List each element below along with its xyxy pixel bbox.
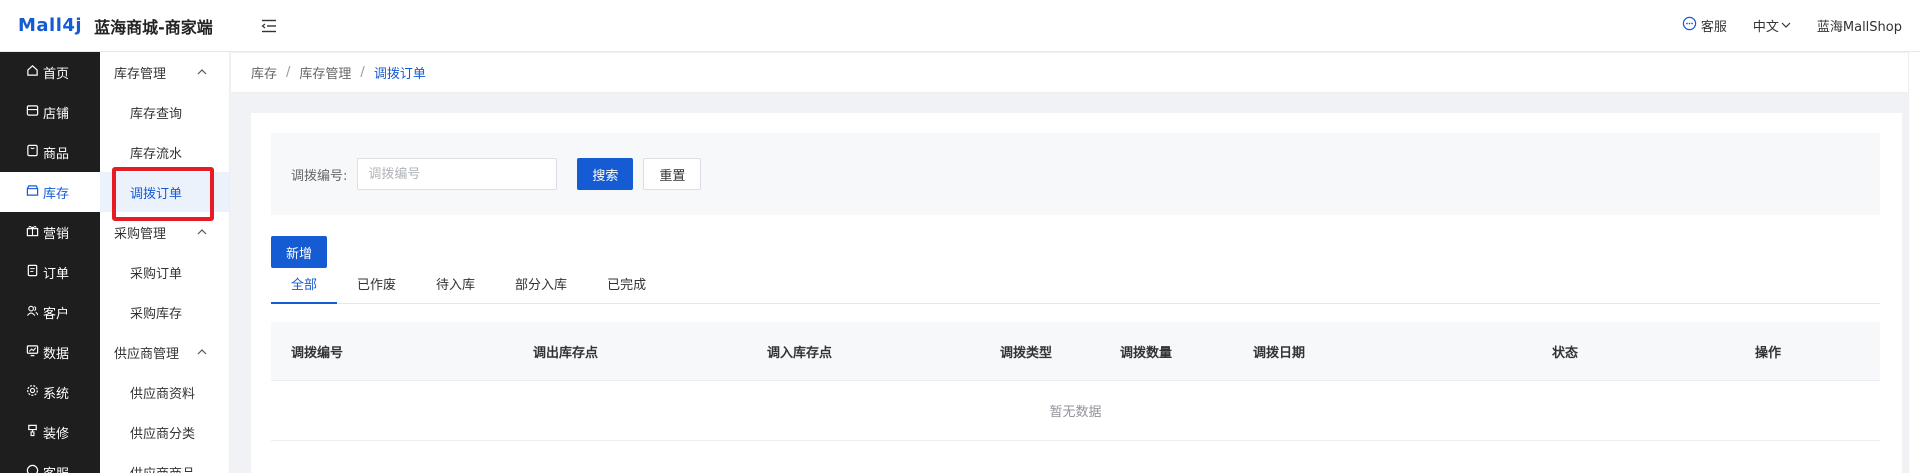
sidebar-item-service[interactable]: 客服 <box>0 452 100 473</box>
language-label: 中文 <box>1752 20 1779 35</box>
chevron-up-icon <box>197 225 207 240</box>
sidebar-item-label: 营销 <box>43 226 70 242</box>
sidebar-item-label: 订单 <box>43 266 70 282</box>
sidebar-item-label: 数据 <box>43 346 70 362</box>
chevron-up-icon <box>197 65 207 80</box>
chat-bubble-icon <box>1682 16 1701 35</box>
breadcrumb-item[interactable]: 库存管理 <box>299 63 351 82</box>
chart-icon <box>26 344 43 361</box>
column-header: 调入库存点 <box>767 346 833 361</box>
sidebar-item-shop[interactable]: 店铺 <box>0 92 100 132</box>
logo[interactable]: Mall4j 蓝海商城-商家端 <box>18 14 213 38</box>
logo-mark: Mall4j <box>18 15 83 36</box>
tab-all[interactable]: 全部 <box>271 270 338 304</box>
sidebar-item-home[interactable]: 首页 <box>0 52 100 92</box>
submenu-group-supplier-management[interactable]: 供应商管理 <box>100 332 229 372</box>
column-header: 调拨类型 <box>1000 346 1053 361</box>
chat-icon <box>26 464 43 473</box>
empty-state: 暂无数据 <box>271 381 1880 441</box>
sidebar-item-label: 装修 <box>43 426 70 442</box>
submenu-group-label: 采购管理 <box>114 226 167 242</box>
customer-service-button[interactable]: 客服 <box>1682 16 1727 35</box>
submenu-group-stock-management[interactable]: 库存管理 <box>100 52 229 92</box>
column-header: 调出库存点 <box>533 346 599 361</box>
add-button[interactable]: 新增 <box>271 236 328 268</box>
submenu-item-purchase-order[interactable]: 采购订单 <box>100 252 229 292</box>
sidebar-item-data[interactable]: 数据 <box>0 332 100 372</box>
table-header: 调拨编号 调出库存点 调入库存点 调拨类型 调拨数量 调拨日期 状态 操作 <box>271 322 1880 381</box>
user-name[interactable]: 蓝海MallShop <box>1817 16 1902 35</box>
sub-menu: 库存管理 库存查询 库存流水 调拨订单 采购管理 采购订单 采购库存 供应商管理… <box>100 52 230 473</box>
order-icon <box>26 264 43 281</box>
shop-icon <box>26 104 43 121</box>
sidebar-item-marketing[interactable]: 营销 <box>0 212 100 252</box>
sidebar-item-order[interactable]: 订单 <box>0 252 100 292</box>
sidebar-item-label: 库存 <box>43 186 70 202</box>
submenu-item-purchase-stock[interactable]: 采购库存 <box>100 292 229 332</box>
gift-icon <box>26 224 43 241</box>
sidebar-item-label: 首页 <box>43 66 70 82</box>
brush-icon <box>26 424 43 441</box>
sidebar-item-stock[interactable]: 库存 <box>0 172 100 212</box>
search-button[interactable]: 搜索 <box>577 158 634 190</box>
reset-button[interactable]: 重置 <box>643 158 702 190</box>
language-selector[interactable]: 中文 <box>1753 16 1791 35</box>
breadcrumb-separator: / <box>360 65 365 80</box>
column-header: 调拨编号 <box>291 346 344 361</box>
submenu-item-supplier-info[interactable]: 供应商资料 <box>100 372 229 412</box>
column-header: 操作 <box>1755 346 1782 361</box>
sidebar-item-decoration[interactable]: 装修 <box>0 412 100 452</box>
search-panel: 调拨编号: 搜索 重置 <box>271 133 1880 215</box>
main-sidebar: 首页 店铺 商品 库存 营销 订单 客户 数据 系统 装修 客服 <box>0 52 100 473</box>
column-header: 调拨日期 <box>1253 346 1306 361</box>
stock-icon <box>26 184 43 201</box>
user-label: 蓝海MallShop <box>1816 20 1902 35</box>
submenu-group-label: 库存管理 <box>114 66 167 82</box>
sidebar-item-goods[interactable]: 商品 <box>0 132 100 172</box>
users-icon <box>26 304 43 321</box>
sidebar-item-customer[interactable]: 客户 <box>0 292 100 332</box>
gear-icon <box>26 384 43 401</box>
transfer-no-label: 调拨编号: <box>291 168 348 184</box>
transfer-no-input[interactable] <box>357 158 558 190</box>
chevron-down-icon <box>1779 18 1791 33</box>
chevron-up-icon <box>197 345 207 360</box>
sidebar-item-label: 客服 <box>43 463 69 473</box>
submenu-item-supplier-category[interactable]: 供应商分类 <box>100 412 229 452</box>
app-title: 蓝海商城-商家端 <box>94 17 213 37</box>
transfer-order-table: 调拨编号 调出库存点 调入库存点 调拨类型 调拨数量 调拨日期 状态 操作 暂无… <box>271 322 1880 441</box>
tab-pending-inbound[interactable]: 待入库 <box>416 270 495 304</box>
sidebar-item-label: 商品 <box>43 146 70 162</box>
breadcrumb-separator: / <box>286 65 291 80</box>
status-tabs: 全部 已作废 待入库 部分入库 已完成 <box>271 270 1880 304</box>
column-header: 状态 <box>1552 346 1579 361</box>
goods-icon <box>26 144 43 161</box>
tab-voided[interactable]: 已作废 <box>337 270 416 304</box>
tab-completed[interactable]: 已完成 <box>587 270 666 304</box>
column-header: 调拨数量 <box>1120 346 1173 361</box>
menu-collapse-icon[interactable] <box>259 16 279 36</box>
tab-partial-inbound[interactable]: 部分入库 <box>495 270 587 304</box>
breadcrumb: 库存 / 库存管理 / 调拨订单 <box>231 53 1908 93</box>
submenu-item-transfer-order[interactable]: 调拨订单 <box>100 172 229 212</box>
submenu-group-purchase-management[interactable]: 采购管理 <box>100 212 229 252</box>
submenu-item-stock-query[interactable]: 库存查询 <box>100 92 229 132</box>
page-scrollbar[interactable] <box>1908 52 1920 473</box>
submenu-group-label: 供应商管理 <box>114 346 180 362</box>
content-card: 调拨编号: 搜索 重置 新增 全部 已作废 待入库 部分入库 已完成 调拨编号 … <box>251 113 1902 473</box>
sidebar-item-label: 客户 <box>43 306 70 322</box>
customer-service-label: 客服 <box>1700 20 1727 35</box>
home-icon <box>26 64 43 81</box>
sidebar-item-label: 系统 <box>43 386 70 402</box>
sidebar-item-label: 店铺 <box>43 106 70 122</box>
top-header: Mall4j 蓝海商城-商家端 客服 中文 蓝海MallShop <box>0 0 1920 52</box>
breadcrumb-current: 调拨订单 <box>373 67 426 82</box>
breadcrumb-item[interactable]: 库存 <box>251 63 277 82</box>
submenu-item-supplier-goods[interactable]: 供应商商品 <box>100 452 229 473</box>
sidebar-item-system[interactable]: 系统 <box>0 372 100 412</box>
submenu-item-stock-flow[interactable]: 库存流水 <box>100 132 229 172</box>
